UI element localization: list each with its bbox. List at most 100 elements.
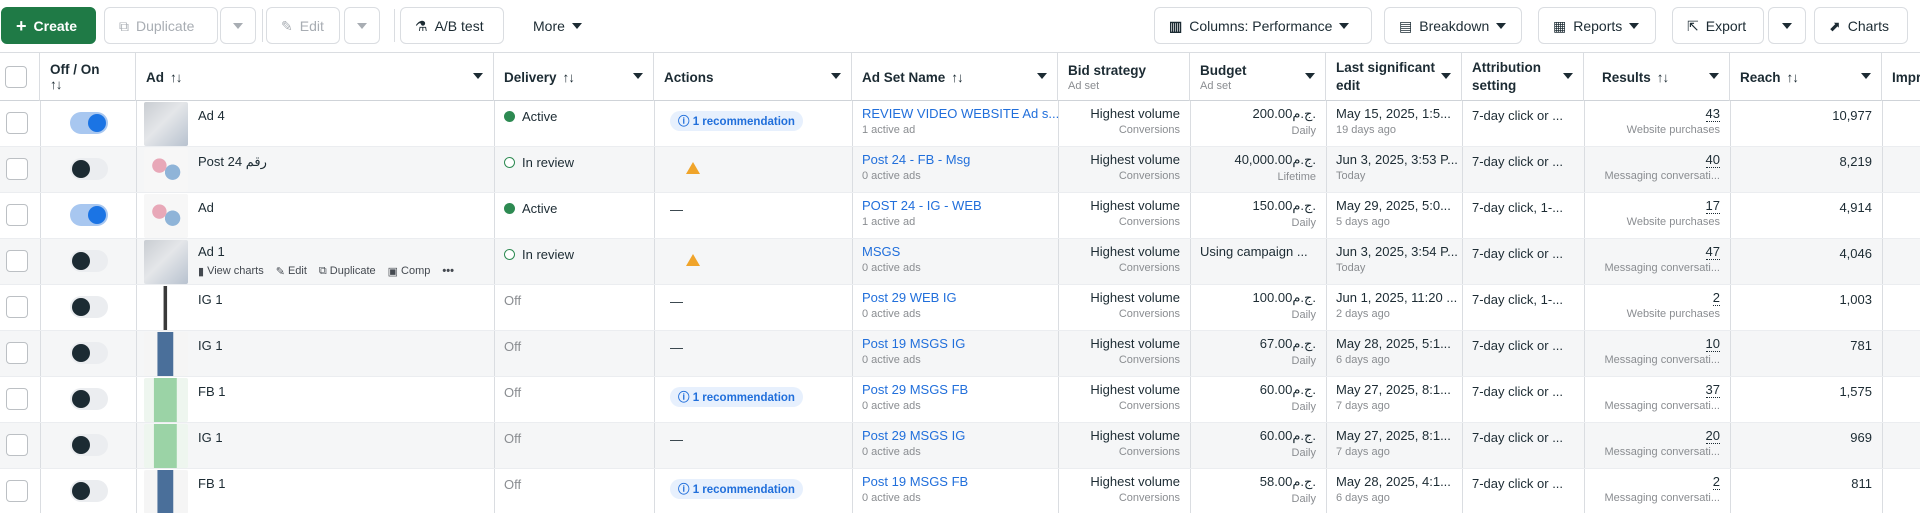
ad-name[interactable]: IG 1 bbox=[198, 292, 223, 307]
ad-on-off-toggle[interactable] bbox=[70, 204, 108, 226]
charts-button[interactable]: ⬈ Charts bbox=[1814, 7, 1908, 44]
edit-dropdown-button[interactable] bbox=[344, 7, 380, 44]
row-checkbox[interactable] bbox=[6, 342, 28, 364]
table-row[interactable]: Ad 1 ▮ View charts ✎ Edit ⧉ Duplicate ▣ Comp… bbox=[0, 239, 1920, 285]
ad-on-off-toggle[interactable] bbox=[70, 480, 108, 502]
row-checkbox[interactable] bbox=[6, 250, 28, 272]
ad-name[interactable]: IG 1 bbox=[198, 430, 223, 445]
ad-name[interactable]: FB 1 bbox=[198, 384, 225, 399]
recommendation-badge[interactable]: ⓘ 1 recommendation bbox=[670, 479, 803, 499]
adset-name-link[interactable]: Post 19 MSGS IG bbox=[862, 336, 1048, 351]
recommendation-badge[interactable]: ⓘ 1 recommendation bbox=[670, 387, 803, 407]
ad-on-off-toggle[interactable] bbox=[70, 296, 108, 318]
header-last-significant-edit[interactable]: Last significant edit bbox=[1326, 53, 1462, 101]
adset-name-link[interactable]: MSGS bbox=[862, 244, 1048, 259]
export-button[interactable]: ⇱ Export bbox=[1672, 7, 1764, 44]
header-bid-strategy[interactable]: Bid strategy Ad set bbox=[1058, 53, 1190, 101]
edit-link[interactable]: ✎ Edit bbox=[276, 265, 307, 278]
header-results[interactable]: Results ↑↓ bbox=[1584, 53, 1730, 101]
table-row[interactable]: Ad 4 Active ⓘ 1 recommendation REVIEW VIDE… bbox=[0, 101, 1920, 147]
warning-icon[interactable] bbox=[686, 162, 700, 174]
adset-name-link[interactable]: Post 24 - FB - Msg bbox=[862, 152, 1048, 167]
ad-name[interactable]: Ad 4 bbox=[198, 108, 225, 123]
header-off-on[interactable]: Off / On ↑↓ bbox=[40, 53, 136, 101]
adset-name-link[interactable]: Post 29 MSGS FB bbox=[862, 382, 1048, 397]
row-checkbox[interactable] bbox=[6, 112, 28, 134]
results-value[interactable]: 2 bbox=[1712, 474, 1720, 490]
ad-on-off-toggle[interactable] bbox=[70, 112, 108, 134]
row-checkbox[interactable] bbox=[6, 158, 28, 180]
adset-name-link[interactable]: Post 29 WEB IG bbox=[862, 290, 1048, 305]
table-row[interactable]: IG 1 Off — Post 19 MSGS IG 0 active ads Hi… bbox=[0, 331, 1920, 377]
table-row[interactable]: Post 24 رقم In review Post 24 - FB - Msg … bbox=[0, 147, 1920, 193]
table-row[interactable]: FB 1 Off ⓘ 1 recommendation Post 19 MSGS F… bbox=[0, 469, 1920, 513]
ad-name[interactable]: Post 24 رقم bbox=[198, 154, 267, 170]
table-row[interactable]: FB 1 Off ⓘ 1 recommendation Post 29 MSGS F… bbox=[0, 377, 1920, 423]
row-checkbox[interactable] bbox=[6, 480, 28, 502]
header-attribution-setting[interactable]: Attribution setting bbox=[1462, 53, 1584, 101]
table-row[interactable]: Ad Active — POST 24 - IG - WEB 1 active ad… bbox=[0, 193, 1920, 239]
ad-name[interactable]: Ad bbox=[198, 200, 214, 215]
adset-name-link[interactable]: POST 24 - IG - WEB bbox=[862, 198, 1048, 213]
ad-on-off-toggle[interactable] bbox=[70, 342, 108, 364]
adset-cell: Post 29 WEB IG 0 active ads bbox=[852, 285, 1058, 330]
ad-thumbnail[interactable] bbox=[144, 240, 188, 284]
adset-name-link[interactable]: REVIEW VIDEO WEBSITE Ad s... bbox=[862, 106, 1058, 121]
results-value[interactable]: 43 bbox=[1705, 106, 1720, 122]
ad-thumbnail[interactable] bbox=[144, 102, 188, 146]
ad-on-off-toggle[interactable] bbox=[70, 434, 108, 456]
header-impressions[interactable]: Impre bbox=[1882, 53, 1920, 101]
row-checkbox[interactable] bbox=[6, 296, 28, 318]
select-all-checkbox[interactable] bbox=[5, 66, 27, 88]
ad-thumbnail[interactable] bbox=[144, 286, 188, 330]
compare-link[interactable]: ▣ Comp bbox=[388, 265, 431, 278]
recommendation-badge[interactable]: ⓘ 1 recommendation bbox=[670, 111, 803, 131]
view-charts-link[interactable]: ▮ View charts bbox=[198, 265, 264, 278]
ab-test-button[interactable]: ⚗ A/B test bbox=[400, 7, 504, 44]
results-value[interactable]: 10 bbox=[1705, 336, 1720, 352]
row-checkbox[interactable] bbox=[6, 434, 28, 456]
row-checkbox[interactable] bbox=[6, 204, 28, 226]
ad-on-off-toggle[interactable] bbox=[70, 158, 108, 180]
ad-thumbnail[interactable] bbox=[144, 332, 188, 376]
header-actions[interactable]: Actions bbox=[654, 53, 852, 101]
table-row[interactable]: IG 1 Off — Post 29 WEB IG 0 active ads Hig… bbox=[0, 285, 1920, 331]
header-budget[interactable]: Budget Ad set bbox=[1190, 53, 1326, 101]
export-dropdown-button[interactable] bbox=[1768, 7, 1806, 44]
breakdown-button[interactable]: ▤ Breakdown bbox=[1384, 7, 1522, 44]
edit-button[interactable]: ✎ Edit bbox=[266, 7, 340, 44]
header-reach[interactable]: Reach ↑↓ bbox=[1730, 53, 1882, 101]
ad-on-off-toggle[interactable] bbox=[70, 250, 108, 272]
more-button[interactable]: More bbox=[518, 7, 594, 44]
ad-thumbnail[interactable] bbox=[144, 378, 188, 422]
table-row[interactable]: IG 1 Off — Post 29 MSGS IG 0 active ads Hi… bbox=[0, 423, 1920, 469]
header-adset-name[interactable]: Ad Set Name ↑↓ bbox=[852, 53, 1058, 101]
create-button[interactable]: + Create bbox=[1, 7, 96, 44]
duplicate-link[interactable]: ⧉ Duplicate bbox=[319, 265, 376, 278]
results-value[interactable]: 2 bbox=[1712, 290, 1720, 306]
results-value[interactable]: 40 bbox=[1705, 152, 1720, 168]
results-value[interactable]: 47 bbox=[1705, 244, 1720, 260]
header-delivery[interactable]: Delivery ↑↓ bbox=[494, 53, 654, 101]
row-checkbox[interactable] bbox=[6, 388, 28, 410]
duplicate-button[interactable]: ⧉ Duplicate bbox=[104, 7, 218, 44]
results-value[interactable]: 17 bbox=[1705, 198, 1720, 214]
results-value[interactable]: 20 bbox=[1705, 428, 1720, 444]
adset-name-link[interactable]: Post 29 MSGS IG bbox=[862, 428, 1048, 443]
columns-button[interactable]: ▥ Columns: Performance bbox=[1154, 7, 1372, 44]
ad-thumbnail[interactable] bbox=[144, 424, 188, 468]
warning-icon[interactable] bbox=[686, 254, 700, 266]
ad-thumbnail[interactable] bbox=[144, 470, 188, 513]
ad-name[interactable]: FB 1 bbox=[198, 476, 225, 491]
reports-button[interactable]: ▦ Reports bbox=[1538, 7, 1656, 44]
ad-on-off-toggle[interactable] bbox=[70, 388, 108, 410]
duplicate-dropdown-button[interactable] bbox=[220, 7, 256, 44]
more-options-icon[interactable]: ••• bbox=[442, 265, 454, 278]
header-ad[interactable]: Ad ↑↓ bbox=[136, 53, 494, 101]
ad-thumbnail[interactable] bbox=[144, 194, 188, 238]
results-value[interactable]: 37 bbox=[1705, 382, 1720, 398]
ad-name[interactable]: IG 1 bbox=[198, 338, 223, 353]
ad-name[interactable]: Ad 1 bbox=[198, 244, 225, 259]
adset-name-link[interactable]: Post 19 MSGS FB bbox=[862, 474, 1048, 489]
ad-thumbnail[interactable] bbox=[144, 148, 188, 192]
